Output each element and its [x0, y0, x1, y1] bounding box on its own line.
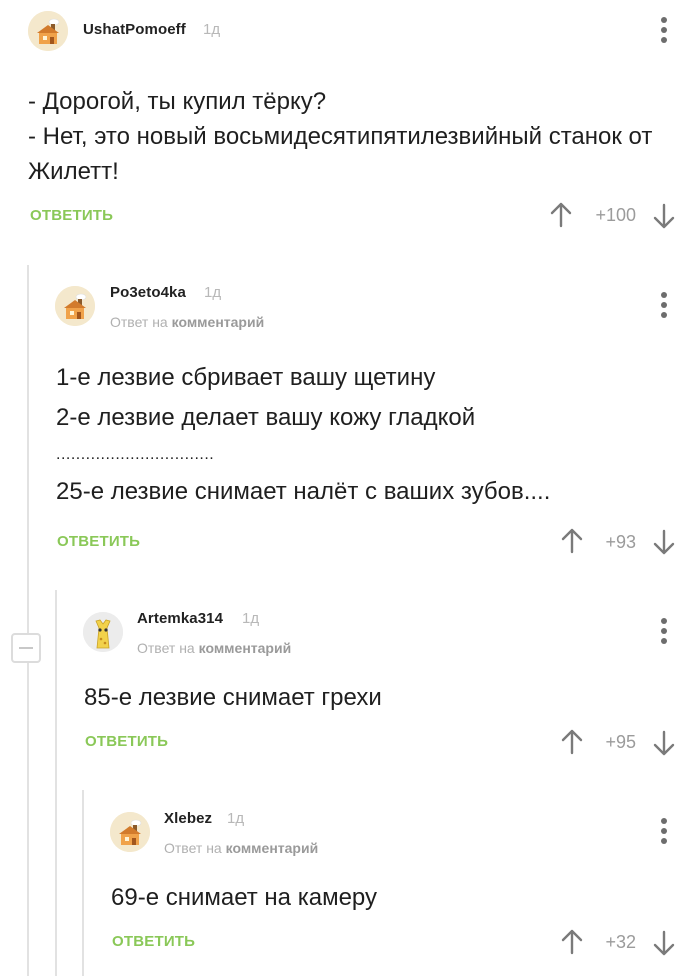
reply-to-target[interactable]: комментарий [199, 640, 292, 656]
comment-line: - Нет, это новый восьмидесятипятилезвийн… [28, 123, 653, 150]
comment-text: 69-е снимает на камеру [111, 880, 671, 915]
reply-button[interactable]: ОТВЕТИТЬ [85, 733, 168, 750]
comment-text: 1-е лезвие сбривает вашу щетину 2-е лезв… [56, 358, 676, 512]
thread-line-level-3 [82, 790, 84, 976]
reply-button[interactable]: ОТВЕТИТЬ [112, 933, 195, 950]
reply-to-link[interactable]: Ответ на комментарий [110, 314, 264, 330]
reply-to-link[interactable]: Ответ на комментарий [164, 840, 318, 856]
arrow-down-icon[interactable] [653, 730, 675, 756]
reply-button[interactable]: ОТВЕТИТЬ [57, 533, 140, 550]
thread-line-level-1 [27, 265, 29, 976]
comment-line: 25-е лезвие снимает налёт с ваших зубов.… [56, 478, 551, 505]
giraffe-avatar-icon [83, 612, 123, 652]
comment-text: 85-е лезвие снимает грехи [84, 680, 664, 715]
avatar[interactable] [55, 286, 95, 326]
comment-line: ................................ [56, 446, 215, 463]
arrow-down-icon[interactable] [653, 203, 675, 229]
reply-to-target[interactable]: комментарий [172, 314, 265, 330]
reply-to-prefix: Ответ на [110, 314, 168, 330]
avatar[interactable] [110, 812, 150, 852]
comment-line: 1-е лезвие сбривает вашу щетину [56, 364, 436, 391]
vote-score: +100 [595, 205, 636, 225]
comment-line: 2-е лезвие делает вашу кожу гладкой [56, 404, 476, 431]
comment-line: 69-е снимает на камеру [111, 884, 377, 911]
kebab-menu-icon[interactable] [659, 818, 669, 844]
arrow-down-icon[interactable] [653, 930, 675, 956]
cottage-avatar-icon [55, 286, 95, 326]
username[interactable]: Po3eto4ka [110, 284, 186, 301]
collapse-thread-button[interactable] [11, 633, 41, 663]
comment-line: Жилетт! [28, 158, 119, 185]
comment-text: - Дорогой, ты купил тёрку? - Нет, это но… [28, 84, 688, 189]
reply-to-prefix: Ответ на [137, 640, 195, 656]
vote-score: +32 [605, 932, 636, 952]
cottage-avatar-icon [110, 812, 150, 852]
comment-age: 1д [203, 21, 221, 38]
comment-age: 1д [204, 284, 222, 301]
comment-line: - Дорогой, ты купил тёрку? [28, 88, 327, 115]
kebab-menu-icon[interactable] [659, 17, 669, 43]
arrow-down-icon[interactable] [653, 529, 675, 555]
reply-to-prefix: Ответ на [164, 840, 222, 856]
username[interactable]: UshatPomoeff [83, 21, 186, 38]
collapse-minus-icon [19, 647, 33, 649]
reply-to-link[interactable]: Ответ на комментарий [137, 640, 291, 656]
thread-line-level-2 [55, 590, 57, 976]
comment-age: 1д [227, 810, 245, 827]
cottage-avatar-icon [28, 11, 68, 51]
reply-button[interactable]: ОТВЕТИТЬ [30, 207, 113, 224]
comment-age: 1д [242, 610, 260, 627]
username[interactable]: Xlebez [164, 810, 212, 827]
kebab-menu-icon[interactable] [659, 618, 669, 644]
avatar[interactable] [83, 612, 123, 652]
username[interactable]: Artemka314 [137, 610, 223, 627]
vote-score: +95 [605, 732, 636, 752]
comment-line: 85-е лезвие снимает грехи [84, 684, 382, 711]
reply-to-target[interactable]: комментарий [226, 840, 319, 856]
avatar[interactable] [28, 11, 68, 51]
vote-score: +93 [605, 532, 636, 552]
kebab-menu-icon[interactable] [659, 292, 669, 318]
